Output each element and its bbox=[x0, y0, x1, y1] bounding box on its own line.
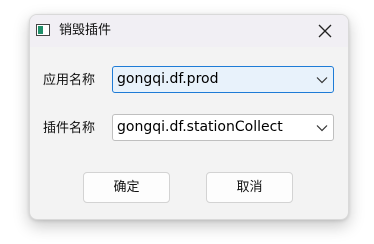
window-app-icon bbox=[36, 24, 50, 36]
title-bar: 销毁插件 bbox=[30, 15, 348, 47]
chevron-down-icon bbox=[316, 125, 328, 132]
window-title: 销毁插件 bbox=[59, 23, 112, 38]
close-icon bbox=[318, 24, 332, 38]
app-name-label: 应用名称 bbox=[43, 73, 96, 88]
chevron-down-icon bbox=[316, 77, 328, 84]
app-name-combobox[interactable]: gongqi.df.prod bbox=[112, 66, 334, 93]
cancel-button[interactable]: 取消 bbox=[206, 172, 293, 203]
destroy-plugin-dialog: 销毁插件 应用名称 gongqi.df.prod 插件名称 gongqi.df.… bbox=[29, 14, 349, 220]
app-icon-stripe bbox=[38, 26, 43, 34]
close-button[interactable] bbox=[302, 15, 348, 47]
plugin-name-combobox[interactable]: gongqi.df.stationCollect bbox=[112, 114, 334, 141]
plugin-name-value: gongqi.df.stationCollect bbox=[117, 119, 283, 135]
app-name-value: gongqi.df.prod bbox=[117, 71, 219, 87]
ok-button[interactable]: 确定 bbox=[83, 172, 170, 203]
plugin-name-label: 插件名称 bbox=[43, 121, 96, 136]
